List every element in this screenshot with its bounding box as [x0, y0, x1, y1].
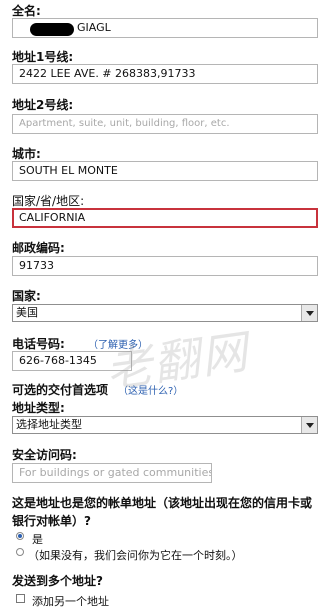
city-input[interactable]: SOUTH EL MONTE [12, 161, 318, 181]
zip-input[interactable]: 91733 [12, 256, 318, 276]
security-code-input[interactable]: For buildings or gated communities [12, 463, 212, 483]
billing-yes-label: 是 [32, 533, 43, 546]
address-type-value: 选择地址类型 [16, 418, 82, 431]
delivery-preferences-label: 可选的交付首选项 [12, 383, 109, 397]
add-address-label: 添加另一个地址 [32, 595, 109, 608]
radio-unchecked-icon[interactable] [16, 548, 24, 556]
state-input[interactable]: CALIFORNIA [12, 208, 318, 228]
add-address-option[interactable]: 添加另一个地址 [12, 593, 109, 609]
country-label: 国家: [12, 289, 41, 303]
zip-label: 邮政编码: [12, 241, 65, 255]
chevron-down-icon [301, 417, 317, 433]
security-code-label: 安全访问码: [12, 448, 77, 462]
full-name-value: GIAGL [77, 21, 111, 34]
billing-no-label: （如果没有，我们会问你为它在一个时刻。） [28, 549, 243, 562]
checkbox-icon[interactable] [16, 594, 25, 603]
billing-question: 这是地址也是您的帐单地址（该地址出现在您的信用卡或银行对帐单）? [12, 496, 313, 528]
redacted-name [30, 23, 74, 36]
city-label: 城市: [12, 147, 41, 161]
state-label: 国家/省/地区: [12, 194, 85, 208]
address1-label: 地址1号线: [12, 50, 74, 64]
radio-checked-icon[interactable] [16, 532, 24, 540]
chevron-down-icon [301, 305, 317, 321]
multi-ship-label: 发送到多个地址? [12, 574, 103, 588]
country-value: 美国 [16, 306, 38, 319]
billing-no-option[interactable]: （如果没有，我们会问你为它在一个时刻。） [12, 547, 243, 563]
phone-label: 电话号码: [12, 337, 65, 351]
address-type-select[interactable]: 选择地址类型 [12, 416, 318, 434]
full-name-input[interactable]: GIAGL [12, 18, 318, 38]
address1-input[interactable]: 2422 LEE AVE. # 268383,91733 [12, 64, 318, 84]
billing-yes-option[interactable]: 是 [12, 531, 43, 547]
address2-label: 地址2号线: [12, 98, 74, 112]
address2-input[interactable]: Apartment, suite, unit, building, floor,… [12, 114, 318, 134]
address-type-label: 地址类型: [12, 401, 65, 415]
full-name-label: 全名: [12, 4, 41, 18]
country-select[interactable]: 美国 [12, 304, 318, 322]
watermark: 老翻网 [102, 324, 253, 398]
